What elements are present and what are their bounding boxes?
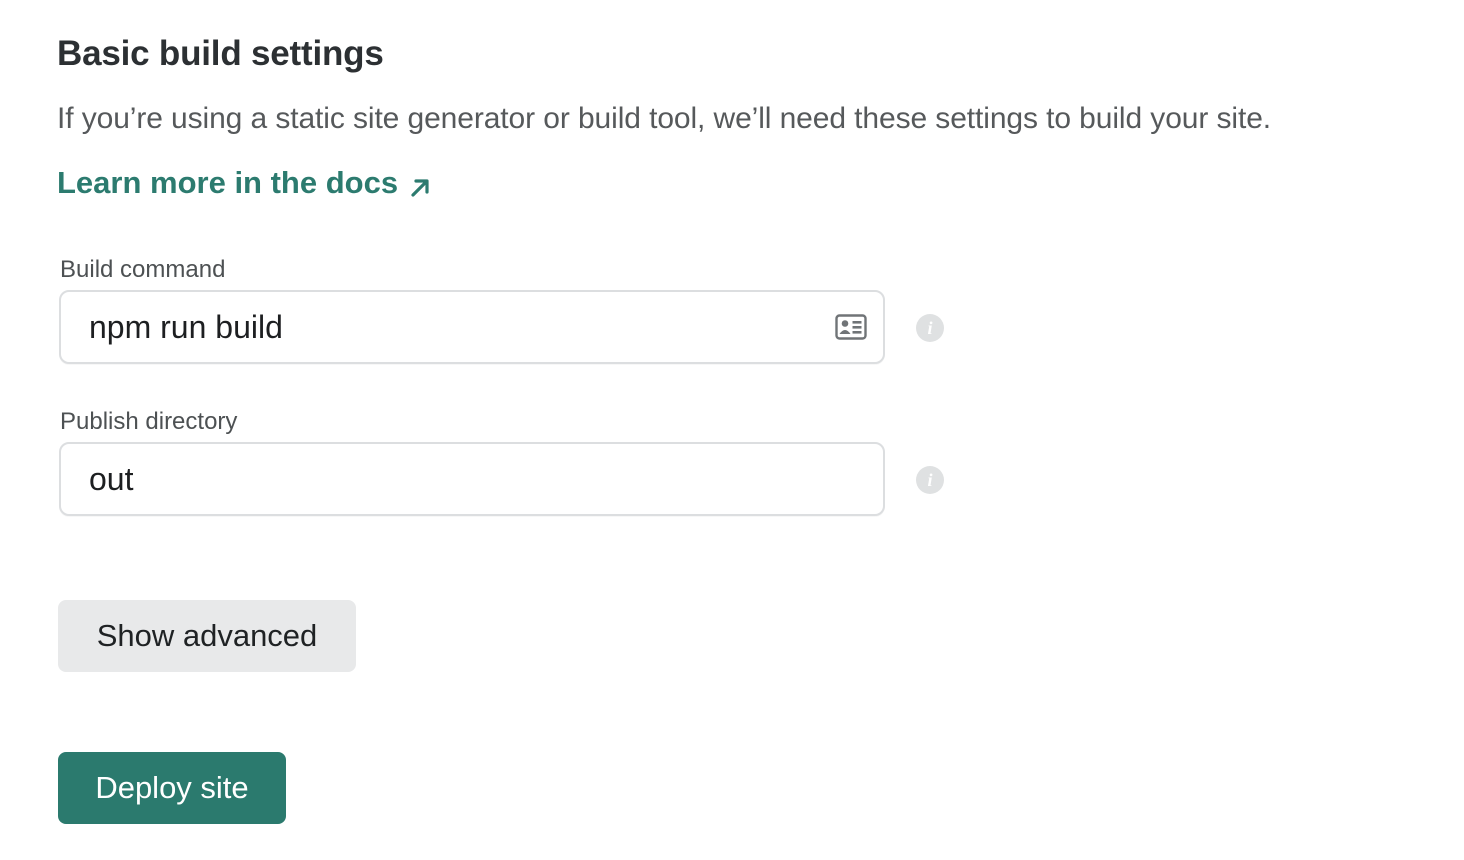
build-command-info-icon[interactable]: i [916,314,944,342]
section-title: Basic build settings [57,34,384,73]
external-arrow-icon [408,172,432,197]
publish-directory-label: Publish directory [60,408,238,435]
docs-link-label: Learn more in the docs [57,165,399,200]
build-command-label: Build command [60,256,226,283]
section-description: If you’re using a static site generator … [57,102,1272,135]
publish-directory-field[interactable] [59,442,885,516]
deploy-site-button[interactable]: Deploy site [58,752,286,824]
build-command-input[interactable] [89,292,809,362]
contact-card-icon[interactable] [835,314,867,340]
build-settings-page: Basic build settings If you’re using a s… [0,0,1464,860]
publish-directory-input[interactable] [89,444,809,514]
show-advanced-button[interactable]: Show advanced [58,600,356,672]
build-command-field[interactable] [59,290,885,364]
docs-link[interactable]: Learn more in the docs [57,165,432,201]
publish-directory-info-icon[interactable]: i [916,466,944,494]
